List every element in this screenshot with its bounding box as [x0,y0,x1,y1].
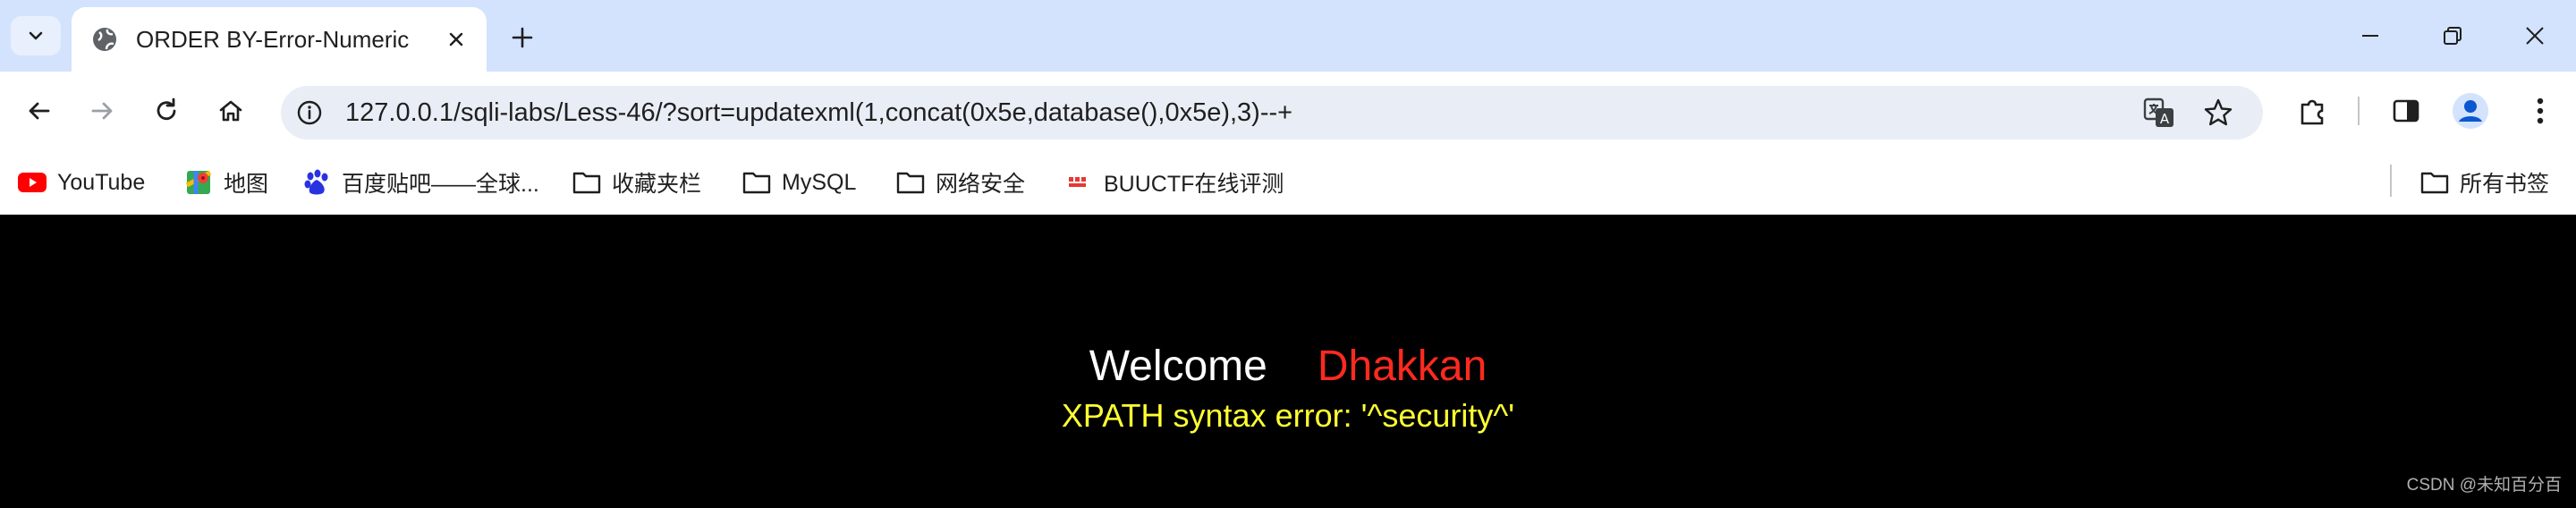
bookmarks-divider [2390,165,2392,197]
site-info-icon[interactable] [293,97,326,129]
close-icon [449,32,463,47]
toolbar: 127.0.0.1/sqli-labs/Less-46/?sort=update… [0,72,2576,150]
menu-button[interactable] [2519,89,2562,132]
toolbar-divider [2358,97,2360,125]
restore-button[interactable] [2428,13,2478,59]
folder-icon [2420,168,2449,197]
arrow-left-icon [29,102,50,120]
forward-button[interactable] [80,89,123,132]
bookmark-label: 地图 [224,172,269,197]
xpath-error-message: XPATH syntax error: '^security^' [1061,397,1515,434]
buuctf-icon [1064,168,1093,197]
chevron-down-icon [29,31,43,40]
avatar-icon [2453,93,2488,129]
bookmark-folder-mysql[interactable]: MySQL [742,165,856,200]
reload-button[interactable] [145,89,188,132]
restore-icon [2444,27,2462,45]
address-bar[interactable]: 127.0.0.1/sqli-labs/Less-46/?sort=update… [281,86,2263,140]
minimize-icon [2362,35,2378,37]
close-icon [2526,27,2544,45]
bookmark-folder-favorites[interactable]: 收藏夹栏 [572,165,701,200]
extensions-button[interactable] [2292,89,2334,132]
home-icon [219,100,242,122]
puzzle-icon [2301,99,2324,125]
svg-text:A: A [2160,111,2170,127]
close-window-button[interactable] [2510,13,2560,59]
bookmark-label: BUUCTF在线评测 [1104,172,1284,197]
bookmarks-bar: YouTube 地图 百度贴吧——全球... 收藏夹栏 MySQL 网络安全 B… [0,150,2576,215]
translate-icon: A [2143,97,2174,127]
bookmark-label: 百度贴吧——全球... [342,172,539,197]
side-panel-icon [2393,99,2419,123]
welcome-line: Welcome Dhakkan [0,340,2576,394]
reload-icon [157,97,176,121]
bookmark-star-button[interactable] [2200,95,2236,131]
folder-icon [896,168,925,197]
more-vert-icon [2537,97,2544,124]
bookmark-youtube[interactable]: YouTube [18,165,145,200]
tab-title: ORDER BY-Error-Numeric [136,25,410,53]
home-button[interactable] [209,89,252,132]
bookmark-all[interactable]: 所有书签 [2420,165,2549,200]
star-icon [2204,98,2233,126]
all-bookmarks-label: 所有书签 [2460,172,2550,197]
folder-icon [572,168,601,197]
bookmark-label: 网络安全 [936,172,1026,197]
tab-strip: ORDER BY-Error-Numeric [0,0,2576,72]
arrow-right-icon [91,102,113,120]
folder-icon [742,168,771,197]
profile-button[interactable] [2449,89,2492,132]
plus-icon [512,27,533,48]
minimize-button[interactable] [2345,13,2395,59]
tab-search-button[interactable] [11,16,61,55]
side-panel-button[interactable] [2385,89,2428,132]
translate-button[interactable]: A [2141,95,2177,131]
info-icon [297,100,322,125]
tab-close-button[interactable] [442,25,470,54]
user-name: Dhakkan [1317,343,1487,390]
globe-icon [93,28,116,51]
baidu-icon [302,168,331,197]
page-content: Welcome Dhakkan XPATH syntax error: '^sec… [0,215,2576,508]
bookmark-label: 收藏夹栏 [612,172,702,197]
browser-chrome: ORDER BY-Error-Numeric 127.0.0.1/sqli-la… [0,0,2576,215]
welcome-text: Welcome [1089,343,1267,390]
youtube-icon [18,168,47,197]
bookmark-baidu-tieba[interactable]: 百度贴吧——全球... [302,165,539,200]
new-tab-button[interactable] [503,18,542,57]
tab-active[interactable]: ORDER BY-Error-Numeric [72,7,487,72]
bookmark-label: YouTube [57,169,146,195]
address-bar-url[interactable]: 127.0.0.1/sqli-labs/Less-46/?sort=update… [345,86,1292,140]
bookmark-folder-security[interactable]: 网络安全 [896,165,1025,200]
back-button[interactable] [18,89,61,132]
maps-icon [184,168,213,197]
csdn-watermark: CSDN @未知百分百 [2406,476,2562,495]
bookmark-label: MySQL [782,169,857,195]
bookmark-buuctf[interactable]: BUUCTF在线评测 [1064,165,1284,200]
bookmark-maps[interactable]: 地图 [184,165,268,200]
